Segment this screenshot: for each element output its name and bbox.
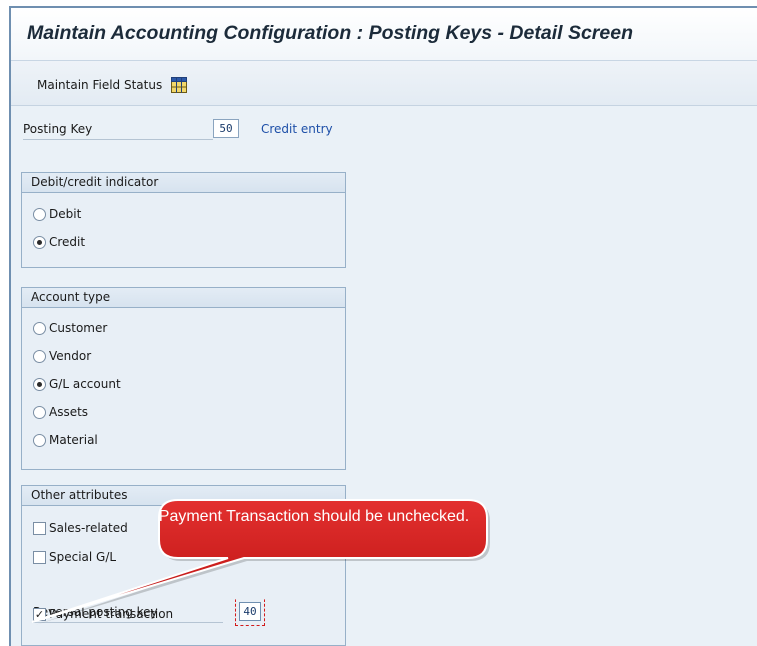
reversal-posting-key-field[interactable]: 40 xyxy=(239,602,261,621)
sales-related-option[interactable]: Sales-related xyxy=(33,521,128,535)
payment-transaction-checkbox[interactable]: ✓ xyxy=(33,607,46,621)
customer-radio[interactable] xyxy=(33,321,46,335)
special-gl-option[interactable]: Special G/L xyxy=(33,550,116,564)
credit-label: Credit xyxy=(49,235,86,249)
debit-credit-title: Debit/credit indicator xyxy=(22,173,345,193)
gl-account-radio-option[interactable]: G/L account xyxy=(33,377,121,391)
sales-related-checkbox[interactable] xyxy=(33,521,46,535)
callout-text: Payment Transaction should be unchecked. xyxy=(158,508,470,525)
posting-key-label: Posting Key xyxy=(23,122,213,140)
vendor-label: Vendor xyxy=(49,349,92,363)
application-toolbar: Maintain Field Status xyxy=(11,60,757,106)
debit-credit-group: Debit/credit indicator Debit Credit xyxy=(21,172,346,268)
material-label: Material xyxy=(49,433,98,447)
material-radio[interactable] xyxy=(33,433,46,447)
gl-account-radio[interactable] xyxy=(33,377,46,391)
special-gl-label: Special G/L xyxy=(49,550,117,564)
material-radio-option[interactable]: Material xyxy=(33,433,98,447)
title-bar: Maintain Accounting Configuration : Post… xyxy=(11,8,757,60)
debit-radio[interactable] xyxy=(33,207,46,221)
posting-key-field[interactable]: 50 xyxy=(213,119,239,138)
account-type-title: Account type xyxy=(22,288,345,308)
assets-radio-option[interactable]: Assets xyxy=(33,405,88,419)
payment-transaction-option[interactable]: ✓ Payment transaction xyxy=(33,607,173,621)
debit-label: Debit xyxy=(49,207,82,221)
vendor-radio[interactable] xyxy=(33,349,46,363)
credit-radio[interactable] xyxy=(33,235,46,249)
posting-key-description: Credit entry xyxy=(261,122,333,136)
payment-transaction-label: Payment transaction xyxy=(49,607,174,621)
credit-radio-option[interactable]: Credit xyxy=(33,235,85,249)
assets-radio[interactable] xyxy=(33,405,46,419)
maintain-field-status-button[interactable]: Maintain Field Status xyxy=(37,77,188,93)
posting-key-row: Posting Key 50 Credit entry xyxy=(11,119,757,141)
gl-account-label: G/L account xyxy=(49,377,121,391)
account-type-group: Account type Customer Vendor G/L account… xyxy=(21,287,346,470)
customer-radio-option[interactable]: Customer xyxy=(33,321,107,335)
sap-window: Maintain Accounting Configuration : Post… xyxy=(9,6,757,646)
customer-label: Customer xyxy=(49,321,108,335)
assets-label: Assets xyxy=(49,405,89,419)
screen-title: Maintain Accounting Configuration : Post… xyxy=(27,22,633,44)
other-attributes-title: Other attributes xyxy=(22,486,345,506)
grid-table-icon xyxy=(171,77,188,93)
special-gl-checkbox[interactable] xyxy=(33,550,46,564)
maintain-field-status-label: Maintain Field Status xyxy=(37,78,163,92)
vendor-radio-option[interactable]: Vendor xyxy=(33,349,91,363)
sales-related-label: Sales-related xyxy=(49,521,128,535)
debit-radio-option[interactable]: Debit xyxy=(33,207,81,221)
